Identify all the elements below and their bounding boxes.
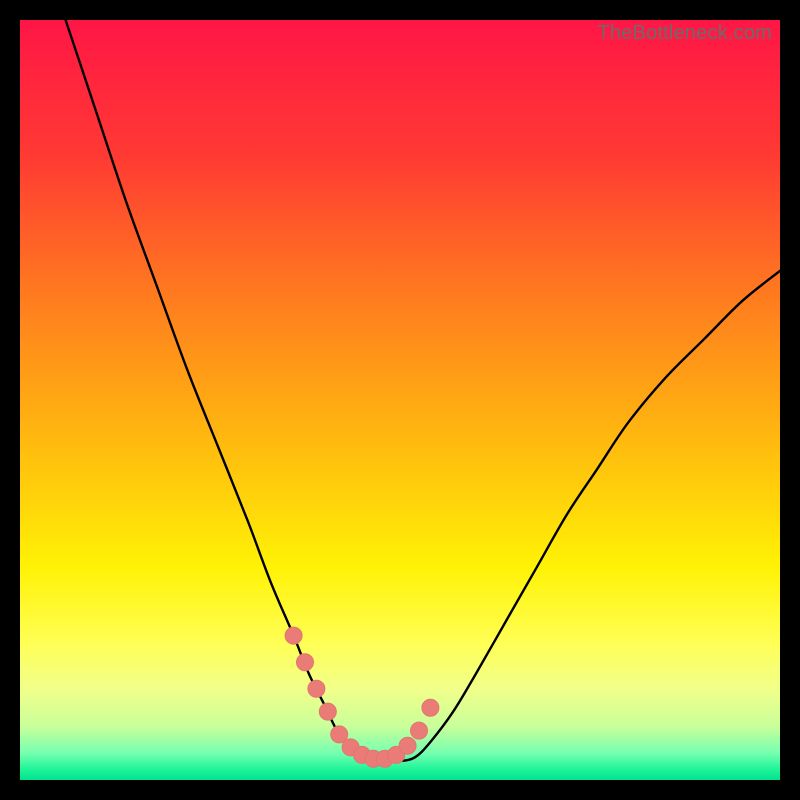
bottleneck-curve xyxy=(66,20,780,761)
highlight-marker xyxy=(285,627,302,644)
curves-layer xyxy=(20,20,780,780)
plot-area: TheBottleneck.com xyxy=(20,20,780,780)
watermark-text: TheBottleneck.com xyxy=(597,22,772,45)
highlight-marker xyxy=(411,722,428,739)
highlight-marker xyxy=(297,654,314,671)
chart-frame: TheBottleneck.com xyxy=(0,0,800,800)
highlight-markers xyxy=(285,627,439,767)
highlight-marker xyxy=(399,737,416,754)
highlight-marker xyxy=(319,703,336,720)
highlight-marker xyxy=(308,680,325,697)
highlight-marker xyxy=(422,699,439,716)
